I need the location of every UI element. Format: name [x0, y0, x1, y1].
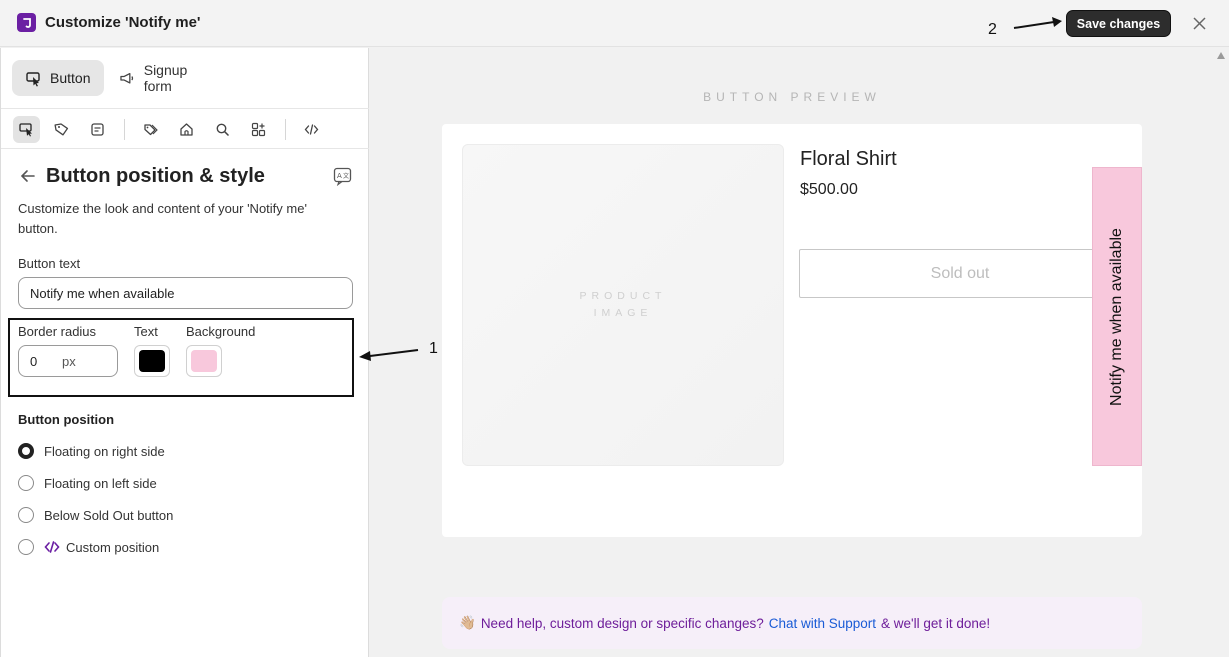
code-icon[interactable] — [298, 116, 325, 143]
section-title: Button position & style — [46, 165, 265, 187]
tab-label: Button — [50, 70, 91, 86]
home-icon[interactable] — [173, 116, 200, 143]
code-icon — [44, 541, 60, 553]
radio-label: Floating on left side — [44, 475, 157, 491]
tab-button[interactable]: Button — [12, 60, 104, 96]
tags-icon[interactable] — [137, 116, 164, 143]
radio-custom-position[interactable]: Custom position — [18, 537, 159, 557]
section-toolbar — [1, 109, 369, 149]
megaphone-icon — [120, 72, 134, 84]
radio-indicator — [18, 475, 34, 491]
annotation-number-1: 1 — [429, 340, 438, 357]
radio-label: Custom position — [66, 539, 160, 555]
search-icon[interactable] — [209, 116, 236, 143]
background-color-label: Background — [186, 324, 256, 339]
section-description: Customize the look and content of your '… — [18, 201, 307, 236]
preview-label: BUTTON PREVIEW — [703, 90, 881, 104]
notify-me-floating-button[interactable]: Notify me when available — [1092, 167, 1142, 466]
toolbar-divider — [124, 119, 125, 140]
product-price: $500.00 — [800, 181, 858, 198]
radio-below-sold-out[interactable]: Below Sold Out button — [18, 505, 173, 525]
product-name: Floral Shirt — [800, 148, 897, 170]
border-radius-value: 0 — [30, 354, 38, 369]
radio-indicator — [18, 507, 34, 523]
form-icon[interactable] — [84, 116, 111, 143]
annotation-arrow-2 — [1013, 17, 1062, 29]
product-image-text: PRODUCT IMAGE — [579, 290, 667, 319]
radio-label: Floating on right side — [44, 443, 165, 459]
tag-icon[interactable] — [48, 116, 75, 143]
scroll-up-arrow-icon[interactable] — [1216, 51, 1226, 61]
product-preview-card: PRODUCT IMAGE Floral Shirt $500.00 Sold … — [442, 124, 1142, 537]
svg-text:文: 文 — [343, 172, 349, 180]
radio-floating-left[interactable]: Floating on left side — [18, 473, 157, 493]
header-bar: Customize 'Notify me' 2 Save changes — [0, 0, 1229, 47]
button-position-title: Button position — [18, 412, 115, 427]
toolbar-divider — [285, 119, 286, 140]
annotation-arrow-1 — [359, 349, 419, 361]
help-text: Need help, custom design or specific cha… — [480, 615, 764, 631]
cursor-click-icon — [26, 71, 40, 86]
wave-hand-icon: 👋🏼 — [459, 615, 476, 630]
back-arrow-icon[interactable] — [19, 167, 37, 185]
app-logo-icon — [17, 13, 36, 32]
radio-label: Below Sold Out button — [44, 507, 174, 523]
page-title: Customize 'Notify me' — [45, 14, 201, 31]
product-image-placeholder: PRODUCT IMAGE — [462, 144, 784, 466]
close-icon[interactable] — [1189, 13, 1209, 33]
border-radius-label: Border radius — [18, 324, 97, 339]
svg-text:A: A — [337, 172, 342, 180]
button-text-label: Button text — [18, 256, 81, 271]
text-color-label: Text — [134, 324, 158, 339]
panel-tabs: Button Signup form — [1, 48, 369, 109]
background-color-picker[interactable] — [186, 345, 222, 377]
cursor-click-icon[interactable] — [13, 116, 40, 143]
save-changes-button[interactable]: Save changes — [1066, 10, 1171, 37]
text-color-picker[interactable] — [134, 345, 170, 377]
annotation-number-2: 2 — [988, 21, 997, 38]
text-color-swatch — [139, 350, 165, 372]
grid-plus-icon[interactable] — [245, 116, 272, 143]
border-radius-unit: px — [62, 354, 76, 369]
help-text-after: & we'll get it done! — [881, 615, 991, 631]
sold-out-button: Sold out — [799, 249, 1121, 298]
chat-support-link[interactable]: Chat with Support — [769, 616, 876, 631]
settings-panel: Button Signup form Button position & sty… — [0, 48, 369, 657]
translate-icon[interactable]: A文 — [333, 167, 352, 186]
tab-label: Signup form — [143, 62, 188, 94]
radio-indicator — [18, 443, 34, 459]
notify-me-label: Notify me when available — [1108, 227, 1125, 406]
tab-signup-form[interactable]: Signup form — [106, 60, 231, 96]
help-bar: 👋🏼 Need help, custom design or specific … — [442, 597, 1142, 649]
border-radius-input[interactable]: 0 px — [18, 345, 118, 377]
radio-floating-right[interactable]: Floating on right side — [18, 441, 165, 461]
radio-indicator — [18, 539, 34, 555]
button-text-input[interactable] — [18, 277, 353, 309]
background-color-swatch — [191, 350, 217, 372]
